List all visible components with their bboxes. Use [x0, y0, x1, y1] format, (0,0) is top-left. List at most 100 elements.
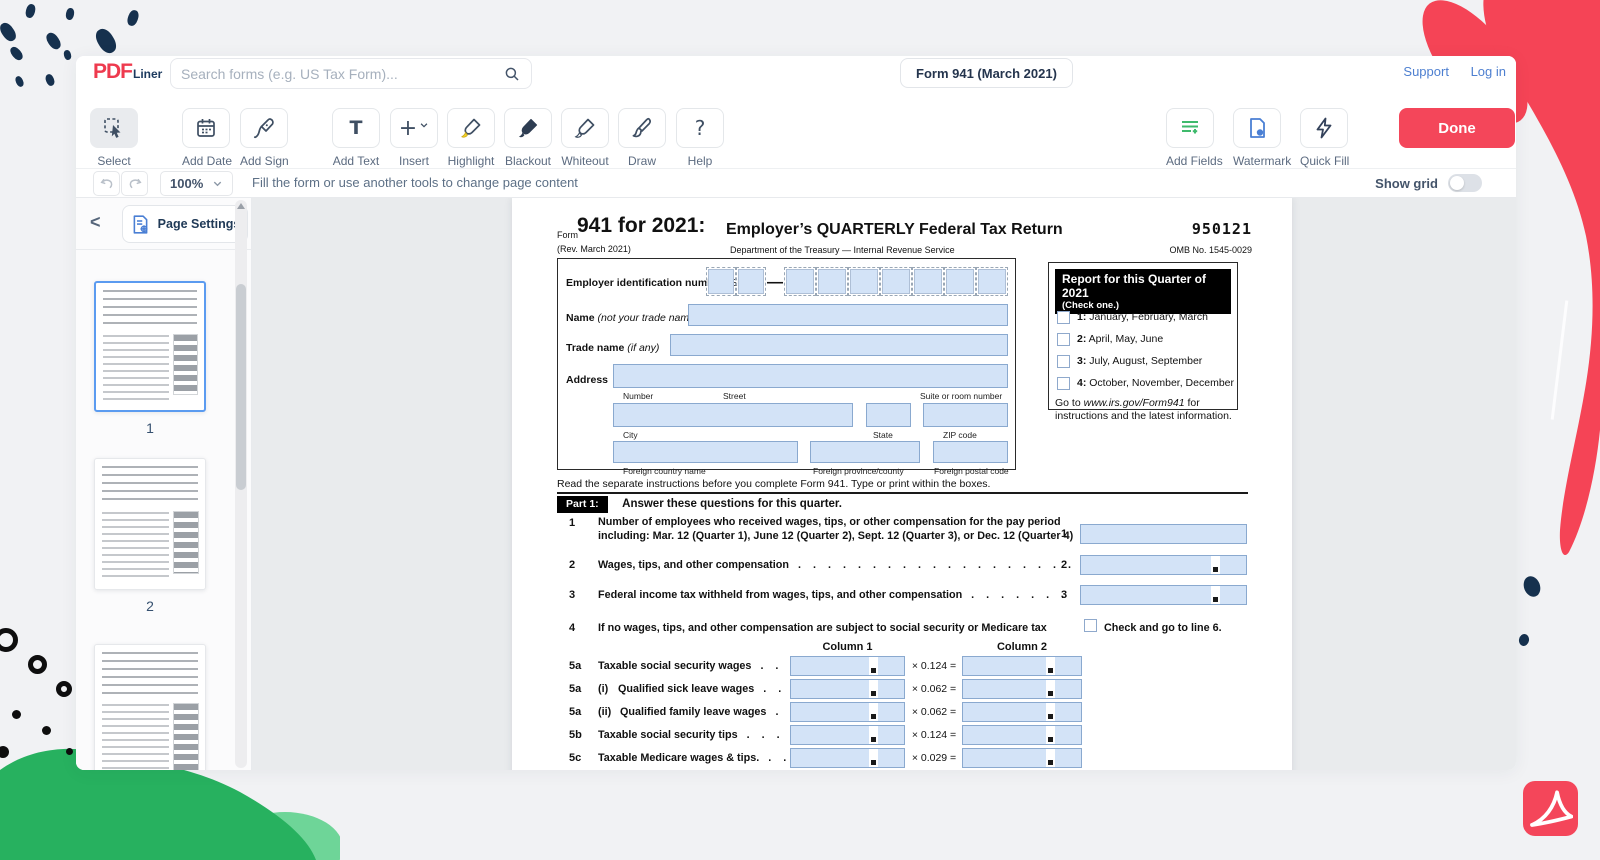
quarter-1-checkbox[interactable] [1057, 311, 1070, 324]
part1-bar: Part 1: Answer these questions for this … [557, 492, 1248, 510]
read-instructions-note: Read the separate instructions before yo… [557, 478, 990, 490]
search-input[interactable] [181, 66, 503, 82]
line2-amount-field[interactable] [1080, 555, 1247, 575]
show-grid-toggle[interactable] [1448, 174, 1482, 192]
ein-cell[interactable] [882, 269, 910, 294]
row5a-col2-field[interactable] [962, 656, 1082, 676]
ein-cell[interactable] [946, 269, 974, 294]
redo-button[interactable] [121, 171, 148, 196]
whiteout-button[interactable]: Whiteout [561, 108, 609, 168]
line1-field[interactable] [1080, 524, 1247, 544]
trade-name-field[interactable] [670, 334, 1008, 356]
row5ai-col2-field[interactable] [962, 679, 1082, 699]
address-field[interactable] [613, 364, 1008, 388]
scroll-up-arrow-icon[interactable] [237, 203, 245, 209]
logo-pdf: PDF [93, 60, 132, 84]
page-settings-label: Page Settings [158, 217, 241, 231]
insert-button[interactable]: + Insert [390, 108, 438, 168]
zip-field[interactable] [923, 403, 1008, 427]
add-fields-label: Add Fields [1166, 154, 1214, 168]
page-thumbnail-3[interactable] [94, 644, 206, 770]
highlight-button[interactable]: Highlight [447, 108, 495, 168]
login-link[interactable]: Log in [1471, 64, 1506, 79]
quarter-4-checkbox[interactable] [1057, 377, 1070, 390]
ein-cell[interactable] [850, 269, 878, 294]
state-field[interactable] [866, 403, 911, 427]
select-label: Select [90, 154, 138, 168]
page-number-2: 2 [94, 598, 206, 614]
ein-cell[interactable] [786, 269, 814, 294]
add-fields-button[interactable]: Add Fields [1166, 108, 1214, 168]
row5b-multiplier: × 0.124 = [908, 729, 960, 741]
ein-cell[interactable] [738, 269, 764, 294]
search-bar[interactable] [170, 58, 532, 89]
quarter-1-text: January, February, March [1086, 311, 1208, 323]
editor-hint-text: Fill the form or use another tools to ch… [252, 175, 578, 190]
row5c-col1-field[interactable] [790, 748, 905, 768]
add-fields-icon [1178, 116, 1202, 140]
page-thumbnail-1[interactable] [94, 281, 206, 412]
row5b-col1-field[interactable] [790, 725, 905, 745]
add-text-button[interactable]: T Add Text [332, 108, 380, 168]
app-window: PDF Liner Form 941 (March 2021) Support … [76, 56, 1516, 770]
watermark-button[interactable]: Watermark [1233, 108, 1281, 168]
toggle-knob [1450, 176, 1464, 190]
add-sign-button[interactable]: Add Sign [240, 108, 288, 168]
thumbnail-preview [102, 652, 198, 770]
row5ai-col1-field[interactable] [790, 679, 905, 699]
quarter-footer-line2: instructions and the latest information. [1055, 410, 1232, 422]
quarter-footer-url: www.irs.gov/Form941 [1084, 397, 1185, 409]
ein-cell[interactable] [818, 269, 846, 294]
name-field[interactable] [688, 304, 1008, 326]
ein-cell[interactable] [914, 269, 942, 294]
form-941-page: Form 941 for 2021: Employer’s QUARTERLY … [512, 198, 1292, 770]
select-button[interactable]: Select [90, 108, 138, 168]
sidebar-scrollbar[interactable] [235, 200, 247, 768]
city-field[interactable] [613, 403, 853, 427]
quarter-box-title: Report for this Quarter of 2021 [1062, 272, 1224, 300]
quarter-3-text: July, August, September [1086, 355, 1202, 367]
quarter-3-checkbox[interactable] [1057, 355, 1070, 368]
ein-cell[interactable] [708, 269, 734, 294]
zoom-dropdown[interactable]: 100% [160, 171, 233, 196]
quick-fill-button[interactable]: Quick Fill [1300, 108, 1348, 168]
done-button[interactable]: Done [1399, 108, 1515, 148]
blackout-label: Blackout [504, 154, 552, 168]
sidebar-header: < Page Settings [76, 198, 251, 250]
line3-dot-leaders: . . . . . . . [971, 589, 1064, 601]
foreign-country-sublabel: Foreign country name [623, 466, 706, 476]
quarter-2-checkbox[interactable] [1057, 333, 1070, 346]
foreign-postal-field[interactable] [933, 441, 1008, 463]
foreign-province-field[interactable] [810, 441, 920, 463]
foreign-country-field[interactable] [613, 441, 798, 463]
row5aii-multiplier: × 0.062 = [908, 706, 960, 718]
trade-name-label: Trade name [566, 342, 627, 354]
ein-cell[interactable] [978, 269, 1006, 294]
row5a-col1-field[interactable] [790, 656, 905, 676]
quarter-box-subtitle: (Check one.) [1062, 300, 1224, 311]
acrobat-icon [1523, 781, 1578, 836]
page-settings-button[interactable]: Page Settings [122, 205, 248, 243]
support-link[interactable]: Support [1403, 64, 1449, 79]
sign-pen-icon [252, 116, 276, 140]
row5aii-col1-field[interactable] [790, 702, 905, 722]
undo-button[interactable] [93, 171, 120, 196]
draw-button[interactable]: Draw [618, 108, 666, 168]
quarter-4-text: October, November, December [1086, 377, 1234, 389]
row5a-label: Taxable social security wages [598, 660, 751, 672]
line4-checkbox[interactable] [1084, 619, 1097, 632]
collapse-sidebar-chevron-icon[interactable]: < [90, 212, 101, 233]
add-date-button[interactable]: Add Date [182, 108, 230, 168]
page-thumbnail-2[interactable] [94, 458, 206, 590]
help-button[interactable]: ? Help [676, 108, 724, 168]
help-label: Help [676, 154, 724, 168]
row5b-col2-field[interactable] [962, 725, 1082, 745]
pdfliner-logo[interactable]: PDF Liner [93, 60, 162, 84]
scrollbar-thumb[interactable] [236, 284, 246, 490]
blackout-button[interactable]: Blackout [504, 108, 552, 168]
form-title-main: Employer’s QUARTERLY Federal Tax Return [726, 221, 1063, 239]
row5c-col2-field[interactable] [962, 748, 1082, 768]
row5aii-col2-field[interactable] [962, 702, 1082, 722]
line3-amount-field[interactable] [1080, 585, 1247, 605]
address-number-sublabel: Number [623, 391, 653, 401]
